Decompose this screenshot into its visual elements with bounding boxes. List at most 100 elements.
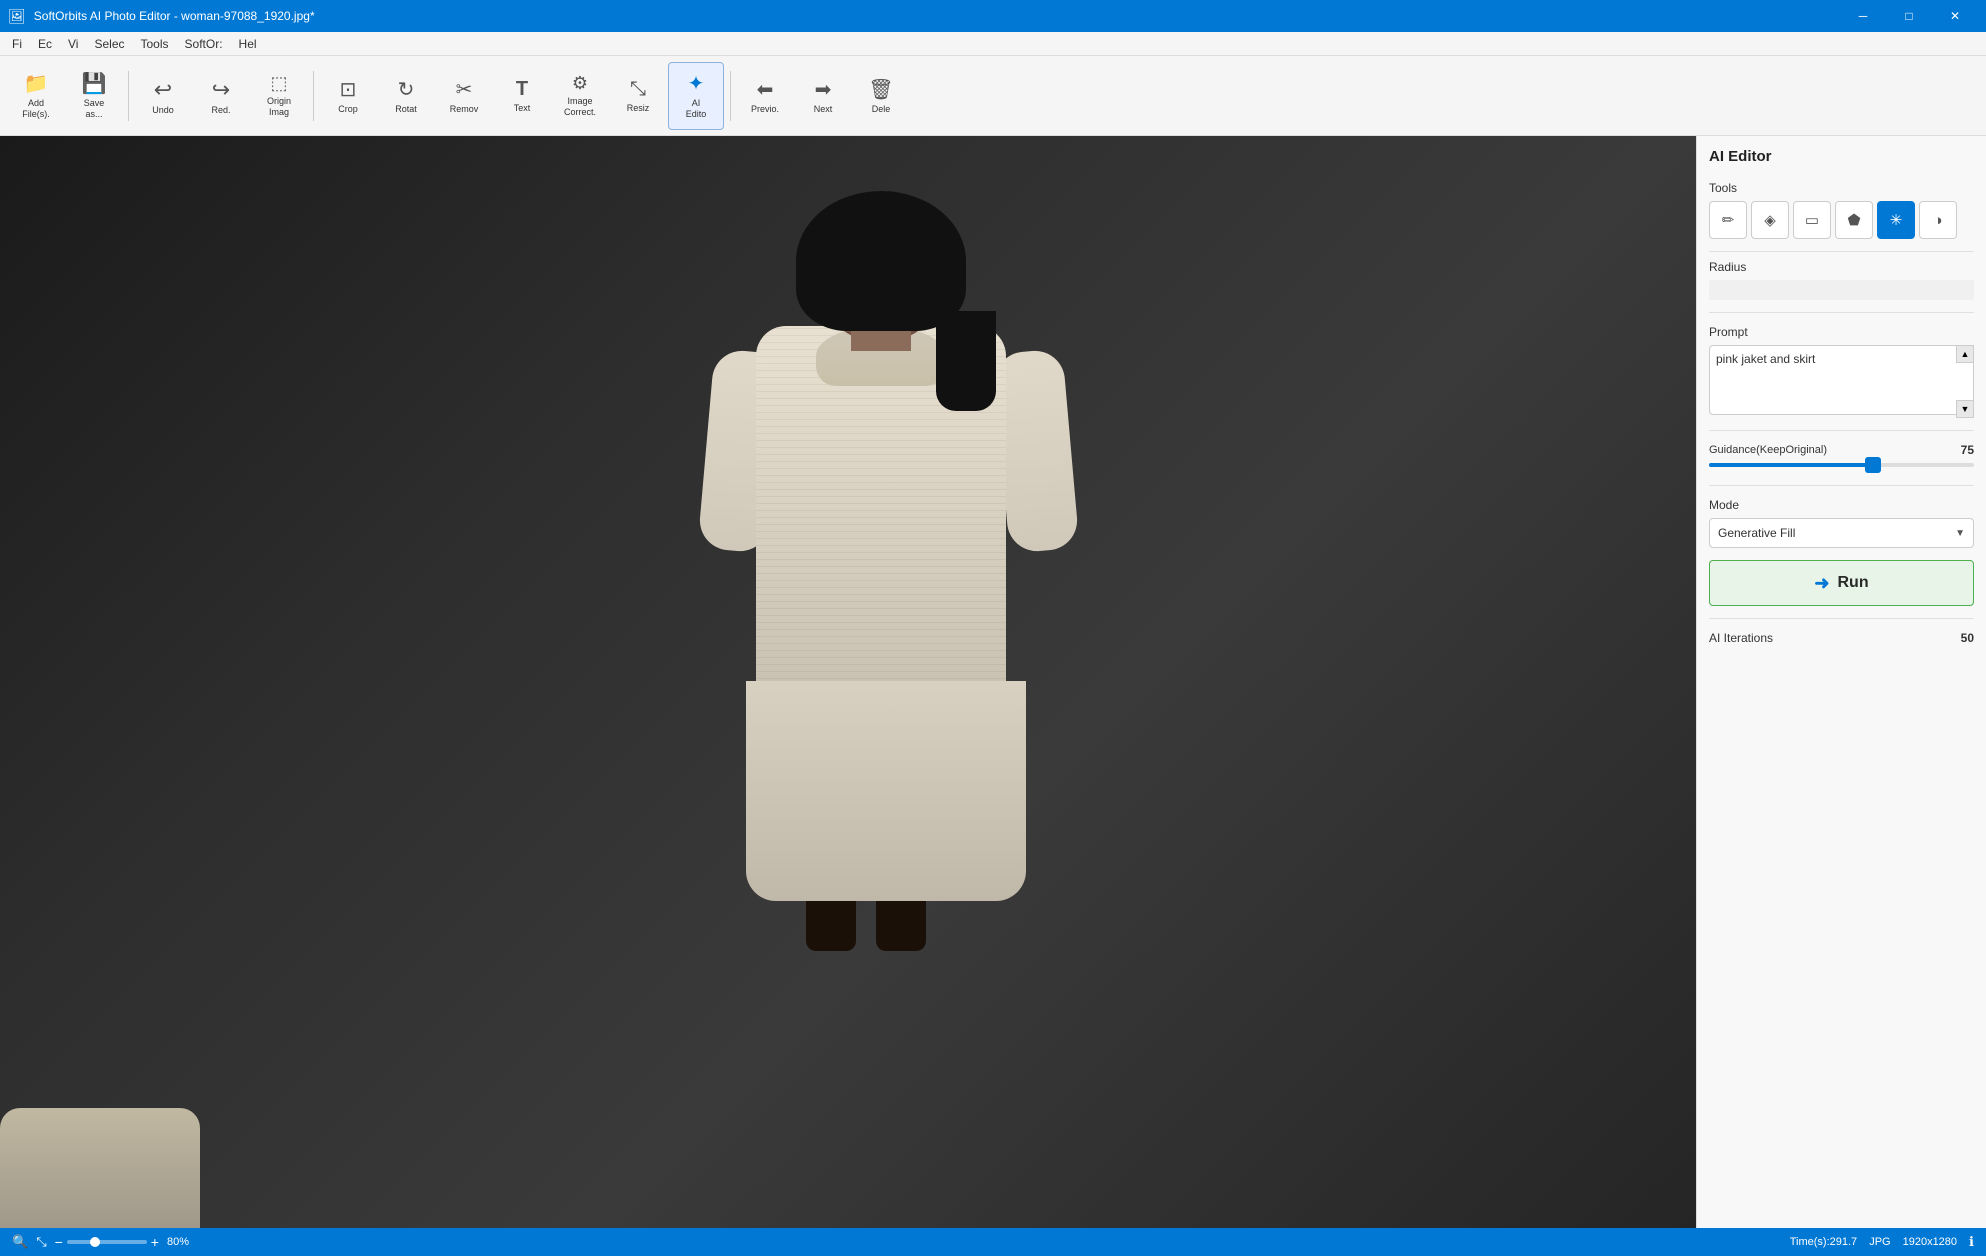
divider-2 [1709,312,1974,313]
prompt-section: Prompt pink jaket and skirt ▲ ▼ [1709,325,1974,418]
guidance-slider-fill [1709,463,1873,467]
tool-eraser[interactable]: ◈ [1751,201,1789,239]
resize-label: Resiz [627,103,650,113]
radius-slider[interactable] [1709,280,1974,300]
previous-icon: ⬅ [757,77,774,102]
iterations-label: AI Iterations [1709,631,1773,645]
photo-canvas [0,136,1696,1228]
undo-button[interactable]: ↩ Undo [135,62,191,130]
guidance-slider-track[interactable] [1709,463,1974,467]
previous-button[interactable]: ⬅ Previo. [737,62,793,130]
tools-label: Tools [1709,181,1974,195]
zoom-thumb[interactable] [90,1237,100,1247]
menu-tools[interactable]: Tools [133,32,177,55]
redo-button[interactable]: ↪ Red. [193,62,249,130]
next-button[interactable]: ➡ Next [795,62,851,130]
radius-label: Radius [1709,260,1974,274]
prompt-scrollbar: ▲ ▼ [1956,345,1974,418]
toolbar: 📁 AddFile(s). 💾 Saveas... ↩ Undo ↪ Red. … [0,56,1986,136]
maximize-button[interactable]: □ [1886,0,1932,32]
remove-button[interactable]: ✂ Remov [436,62,492,130]
rotate-label: Rotat [395,104,417,114]
text-label: Text [514,103,531,113]
iterations-value: 50 [1961,631,1974,645]
original-label: OriginImag [267,96,291,118]
next-label: Next [814,104,833,114]
radius-section: Radius [1709,260,1974,300]
rotate-button[interactable]: ↻ Rotat [378,62,434,130]
text-button[interactable]: T Text [494,62,550,130]
run-arrow-icon: ➜ [1814,573,1829,594]
mode-value: Generative Fill [1718,526,1795,540]
delete-button[interactable]: 🗑 Dele [853,62,909,130]
undo-label: Undo [152,105,174,115]
image-correct-label: ImageCorrect. [564,96,596,118]
prompt-scroll-up[interactable]: ▲ [1956,345,1974,363]
lasso-icon: ⬟ [1847,211,1860,229]
crop-button[interactable]: ⊡ Crop [320,62,376,130]
time-display: Time(s):291.7 [1790,1236,1857,1248]
zoom-value: 80% [167,1236,189,1248]
zoom-control: − + [55,1234,159,1250]
tool-pen[interactable]: ✏ [1709,201,1747,239]
zoom-minus-button[interactable]: − [55,1234,63,1250]
image-correct-button[interactable]: ⚙ ImageCorrect. [552,62,608,130]
menu-selec[interactable]: Selec [86,32,132,55]
minimize-button[interactable]: ─ [1840,0,1886,32]
menu-softor[interactable]: SoftOr: [177,32,231,55]
statusbar-right: Time(s):291.7 JPG 1920x1280 ℹ [1790,1234,1974,1250]
menu-hel[interactable]: Hel [231,32,265,55]
zoom-slider[interactable] [67,1240,147,1244]
run-button[interactable]: ➜ Run [1709,560,1974,606]
mode-dropdown[interactable]: Generative Fill ▼ [1709,518,1974,548]
sofa [0,1108,200,1228]
prompt-textarea[interactable]: pink jaket and skirt [1709,345,1974,415]
text-icon: T [516,78,528,101]
dimensions-display: 1920x1280 [1903,1236,1957,1248]
menu-fi[interactable]: Fi [4,32,30,55]
zoom-plus-button[interactable]: + [151,1234,159,1250]
tool-rectangle[interactable]: ▭ [1793,201,1831,239]
tool-star-brush[interactable]: ✳ [1877,201,1915,239]
prompt-label: Prompt [1709,325,1974,339]
main-layout: AI Editor Tools ✏ ◈ ▭ ⬟ ✳ [0,136,1986,1228]
next-icon: ➡ [815,77,832,102]
guidance-value: 75 [1961,443,1974,457]
add-files-button[interactable]: 📁 AddFile(s). [8,62,64,130]
figure-hair [796,191,966,331]
save-icon: 💾 [82,71,107,96]
redo-label: Red. [211,105,230,115]
menu-ec[interactable]: Ec [30,32,60,55]
canvas-area[interactable] [0,136,1696,1228]
chevron-down-icon: ▼ [1955,528,1965,539]
tools-section: Tools ✏ ◈ ▭ ⬟ ✳ ◑ [1709,181,1974,239]
crop-label: Crop [338,104,358,114]
statusbar-left: 🔍 ⤡ − + 80% [12,1234,189,1250]
divider-3 [1709,430,1974,431]
tool-lasso[interactable]: ⬟ [1835,201,1873,239]
rotate-icon: ↻ [398,77,415,102]
ai-editor-button[interactable]: ✦ AIEdito [668,62,724,130]
prompt-scroll-down[interactable]: ▼ [1956,400,1974,418]
window-title: SoftOrbits AI Photo Editor - woman-97088… [34,9,315,23]
guidance-slider-thumb[interactable] [1865,457,1881,473]
delete-icon: 🗑 [868,77,893,102]
remove-label: Remov [450,104,479,114]
guidance-section: Guidance(KeepOriginal) 75 [1709,443,1974,473]
image-correct-icon: ⚙ [572,73,588,94]
app-icon: 🖼 [8,8,26,25]
add-files-icon: 📁 [24,71,49,96]
save-as-button[interactable]: 💾 Saveas... [66,62,122,130]
separator-1 [128,71,129,121]
resize-button[interactable]: ⤡ Resiz [610,62,666,130]
panel-title: AI Editor [1709,148,1974,165]
palette-icon: ◑ [1933,212,1942,229]
close-button[interactable]: ✕ [1932,0,1978,32]
ai-editor-icon: ✦ [688,71,705,96]
pen-icon: ✏ [1722,211,1735,229]
remove-icon: ✂ [456,77,473,102]
menu-vi[interactable]: Vi [60,32,86,55]
original-button[interactable]: ⬚ OriginImag [251,62,307,130]
divider-4 [1709,485,1974,486]
tool-palette[interactable]: ◑ [1919,201,1957,239]
